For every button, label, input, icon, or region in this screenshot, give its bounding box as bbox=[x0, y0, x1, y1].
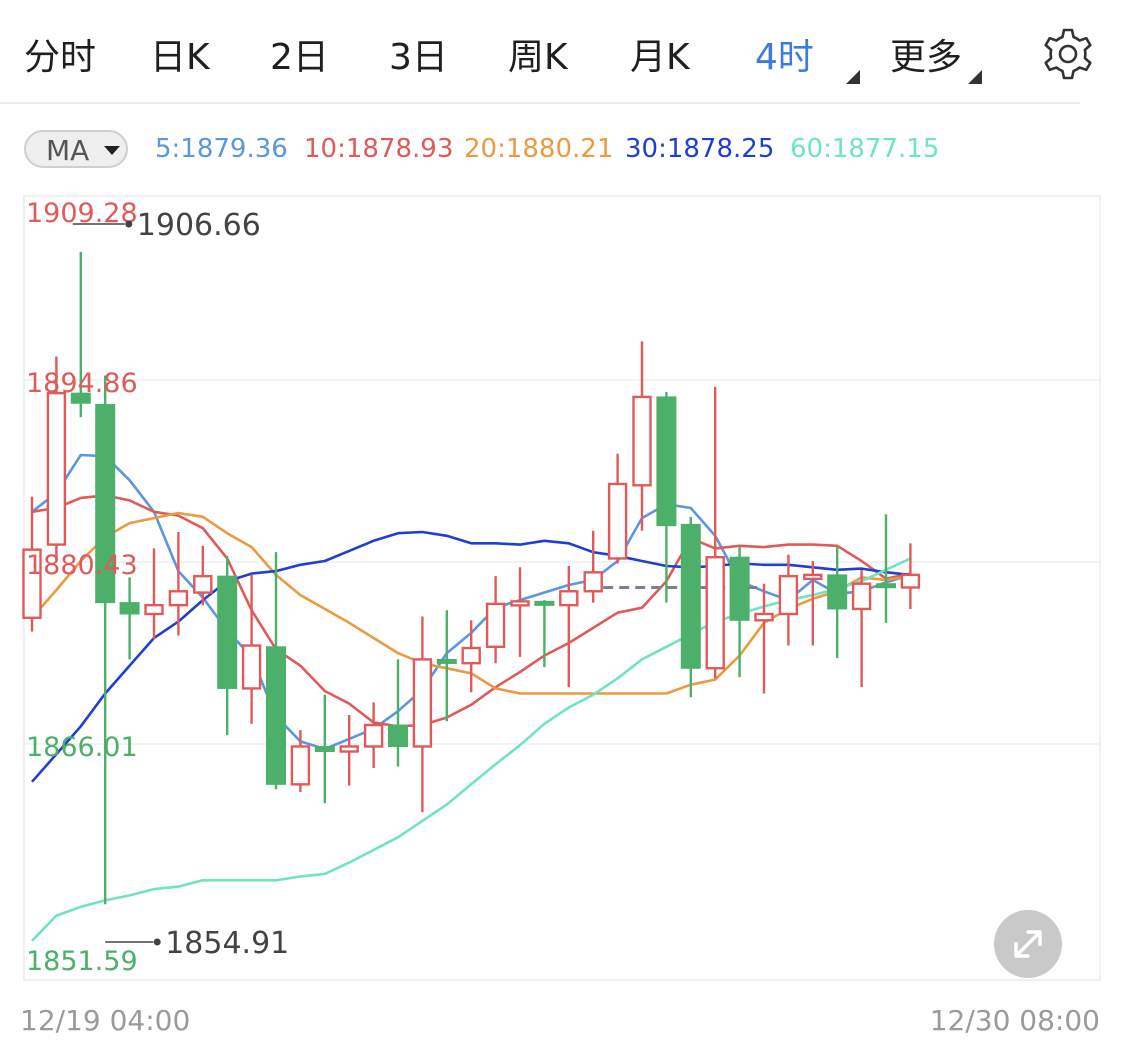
tab-more[interactable]: 更多 bbox=[890, 28, 962, 80]
ma10-legend: 10:1878.93 bbox=[304, 134, 454, 164]
gear-icon[interactable] bbox=[1040, 26, 1096, 82]
candle-body bbox=[583, 571, 603, 593]
candle-body bbox=[168, 590, 189, 607]
candle-body bbox=[217, 575, 238, 689]
tab-intraday[interactable]: 分时 bbox=[24, 28, 96, 80]
candle-body bbox=[388, 724, 408, 747]
candle-body bbox=[680, 523, 701, 669]
tab-3day[interactable]: 3日 bbox=[389, 28, 448, 80]
kline-chart[interactable]: 1909.281894.861880.431866.011851.591906.… bbox=[0, 190, 1125, 1049]
candle-body bbox=[827, 574, 848, 610]
ma5-legend: 5:1879.36 bbox=[155, 134, 288, 164]
candle-body bbox=[607, 482, 628, 560]
candle-body bbox=[46, 391, 67, 546]
expand-arrows-icon bbox=[1014, 930, 1042, 958]
tabs-divider bbox=[0, 102, 1080, 104]
candle-body bbox=[729, 556, 750, 621]
candle-body bbox=[485, 602, 506, 648]
candle-body bbox=[144, 603, 164, 616]
ma-legend-bar: MA 5:1879.36 10:1878.93 20:1880.21 30:18… bbox=[0, 120, 1125, 180]
candle-body bbox=[290, 745, 311, 786]
ma20-legend: 20:1880.21 bbox=[464, 134, 614, 164]
candle-body bbox=[754, 612, 774, 622]
candle-body bbox=[241, 644, 262, 690]
candle-body bbox=[412, 658, 433, 748]
ma-indicator-select[interactable]: MA bbox=[24, 130, 128, 168]
candle-body bbox=[656, 396, 677, 527]
candle-body bbox=[876, 583, 896, 589]
y-axis-label: 1851.59 bbox=[26, 946, 138, 977]
candle-body bbox=[559, 590, 579, 607]
min-price-label: 1854.91 bbox=[165, 926, 289, 961]
candle-body bbox=[632, 395, 652, 487]
candle-body bbox=[119, 602, 140, 615]
x-axis-label-end: 12/30 08:00 bbox=[930, 1004, 1100, 1037]
caret-4hour-icon[interactable] bbox=[846, 70, 860, 84]
ma30-legend: 30:1878.25 bbox=[625, 134, 775, 164]
tab-monthly-k[interactable]: 月K bbox=[630, 28, 690, 80]
tab-weekly-k[interactable]: 周K bbox=[508, 28, 568, 80]
caret-down-icon bbox=[104, 146, 120, 155]
ma-select-label: MA bbox=[46, 134, 90, 167]
candle-body bbox=[851, 582, 872, 611]
ma60-legend: 60:1877.15 bbox=[790, 134, 940, 164]
period-tabs: 分时 日K 2日 3日 周K 月K 4时 更多 bbox=[0, 0, 1125, 104]
tab-daily-k[interactable]: 日K bbox=[150, 28, 210, 80]
expand-button[interactable] bbox=[994, 910, 1062, 978]
y-axis-label: 1866.01 bbox=[26, 732, 138, 763]
y-axis-label: 1880.43 bbox=[26, 550, 138, 581]
max-price-label: 1906.66 bbox=[137, 208, 261, 243]
candle-body bbox=[339, 745, 359, 753]
candle-body bbox=[803, 573, 823, 581]
candle-body bbox=[778, 574, 799, 616]
caret-more-icon[interactable] bbox=[968, 70, 982, 84]
kline-chart-area: 1909.28 1894.86 1880.43 1866.01 1851.59 1906.… bbox=[0, 190, 1125, 1049]
candle-body bbox=[193, 574, 213, 594]
tab-4hour[interactable]: 4时 bbox=[755, 28, 814, 80]
candle-body bbox=[705, 556, 725, 670]
candle-body bbox=[534, 600, 555, 606]
tab-2day[interactable]: 2日 bbox=[270, 28, 329, 80]
candle-body bbox=[900, 573, 921, 589]
candle-body bbox=[510, 600, 530, 607]
candle-body bbox=[314, 745, 335, 753]
max-marker-dot bbox=[125, 220, 133, 228]
y-axis-label: 1894.86 bbox=[26, 368, 138, 399]
x-axis-label-start: 12/19 04:00 bbox=[20, 1004, 190, 1037]
min-marker-dot bbox=[153, 938, 161, 946]
candle-body bbox=[436, 658, 457, 664]
candle-body bbox=[461, 646, 481, 665]
candle-body bbox=[266, 646, 286, 785]
candle-body bbox=[363, 723, 384, 748]
